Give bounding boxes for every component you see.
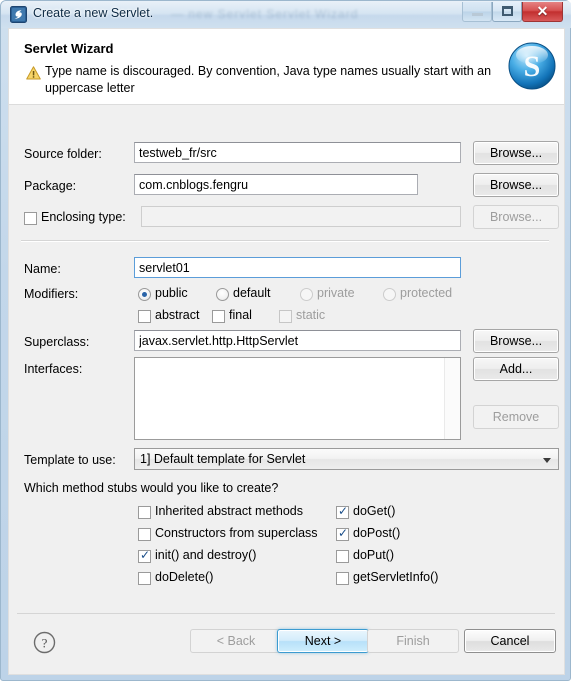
modifier-label: abstract bbox=[155, 308, 200, 322]
warning-triangle-icon bbox=[26, 66, 41, 80]
stub-label: doPost() bbox=[353, 526, 401, 540]
stub-label: doDelete() bbox=[155, 570, 214, 584]
wizard-form: Source folder: Browse... Package: Browse… bbox=[9, 106, 564, 614]
back-button[interactable]: < Back bbox=[190, 629, 282, 653]
radio-circle bbox=[138, 288, 151, 301]
svg-text:S: S bbox=[524, 50, 541, 83]
source-folder-label: Source folder: bbox=[24, 147, 102, 161]
stub-label: doGet() bbox=[353, 504, 396, 518]
source-folder-browse-button[interactable]: Browse... bbox=[473, 141, 559, 165]
checkbox-box bbox=[336, 550, 349, 563]
dialog-client-area: Servlet Wizard Type name is discouraged.… bbox=[8, 28, 565, 675]
checkbox-box bbox=[138, 572, 151, 585]
superclass-browse-button[interactable]: Browse... bbox=[473, 329, 559, 353]
checkbox-box: ✓ bbox=[138, 548, 151, 563]
template-selected-value: 1] Default template for Servlet bbox=[140, 452, 306, 466]
title-ghost-text: — new Servlet Servlet Wizard bbox=[171, 7, 359, 21]
window-title: Create a new Servlet. bbox=[33, 6, 154, 20]
chevron-down-icon bbox=[543, 458, 551, 463]
radio-circle bbox=[383, 288, 396, 301]
modifier-label: public bbox=[155, 286, 188, 300]
name-input[interactable] bbox=[134, 257, 461, 278]
stub-label: doPut() bbox=[353, 548, 394, 562]
radio-circle bbox=[216, 288, 229, 301]
modifier-label: protected bbox=[400, 286, 453, 300]
radio-circle bbox=[300, 288, 313, 301]
finish-button[interactable]: Finish bbox=[367, 629, 459, 653]
stub-label: getServletInfo() bbox=[353, 570, 439, 584]
package-input[interactable] bbox=[134, 174, 418, 195]
check-icon: ✓ bbox=[140, 548, 151, 562]
checkbox-box: ✓ bbox=[336, 504, 349, 519]
checkbox-box bbox=[24, 212, 37, 225]
next-button[interactable]: Next > bbox=[277, 629, 369, 653]
stub-label: Inherited abstract methods bbox=[155, 504, 303, 518]
modifier-label: static bbox=[296, 308, 326, 322]
stub-label: init() and destroy() bbox=[155, 548, 257, 562]
enclosing-type-input[interactable] bbox=[141, 206, 461, 227]
checkbox-box bbox=[138, 528, 151, 541]
checkbox-box bbox=[336, 572, 349, 585]
superclass-input[interactable] bbox=[134, 330, 461, 351]
cancel-button[interactable]: Cancel bbox=[464, 629, 556, 653]
interfaces-scrollbar[interactable] bbox=[444, 358, 460, 439]
close-icon: ✕ bbox=[536, 3, 549, 19]
modifier-label: private bbox=[317, 286, 355, 300]
title-bar: — new Servlet Servlet Wizard Create a ne… bbox=[1, 1, 571, 28]
check-icon: ✓ bbox=[338, 526, 349, 540]
checkbox-box: ✓ bbox=[336, 526, 349, 541]
enclosing-type-label: Enclosing type: bbox=[41, 210, 126, 224]
servlet-wizard-logo: S bbox=[505, 39, 559, 93]
superclass-label: Superclass: bbox=[24, 335, 90, 349]
checkbox-box bbox=[138, 506, 151, 519]
dialog-window: — new Servlet Servlet Wizard Create a ne… bbox=[0, 0, 571, 681]
checkbox-box bbox=[212, 310, 225, 323]
stub-label: Constructors from superclass bbox=[155, 526, 318, 540]
minimize-icon bbox=[472, 13, 483, 16]
modifiers-label: Modifiers: bbox=[24, 287, 79, 301]
checkbox-box bbox=[279, 310, 292, 323]
wizard-banner: Servlet Wizard Type name is discouraged.… bbox=[9, 29, 564, 105]
separator-1 bbox=[21, 240, 549, 242]
svg-text:?: ? bbox=[42, 636, 48, 651]
minimize-button[interactable] bbox=[462, 2, 492, 22]
name-label: Name: bbox=[24, 262, 61, 276]
package-browse-button[interactable]: Browse... bbox=[473, 173, 559, 197]
package-label: Package: bbox=[24, 179, 77, 193]
enclosing-type-browse-button[interactable]: Browse... bbox=[473, 205, 559, 229]
method-stubs-question: Which method stubs would you like to cre… bbox=[24, 481, 279, 495]
restore-icon bbox=[502, 6, 513, 16]
checkbox-box bbox=[138, 310, 151, 323]
dialog-footer: ? < Back Next > Finish Cancel bbox=[9, 614, 564, 674]
source-folder-input[interactable] bbox=[134, 142, 461, 163]
banner-title: Servlet Wizard bbox=[24, 41, 114, 56]
banner-message: Type name is discouraged. By convention,… bbox=[45, 64, 492, 95]
close-button[interactable]: ✕ bbox=[522, 2, 563, 22]
modifier-label: default bbox=[233, 286, 271, 300]
help-question-icon[interactable]: ? bbox=[33, 631, 56, 654]
restore-button[interactable] bbox=[492, 2, 522, 22]
interfaces-add-button[interactable]: Add... bbox=[473, 357, 559, 381]
eclipse-servlet-icon bbox=[10, 6, 27, 23]
template-dropdown[interactable]: 1] Default template for Servlet bbox=[134, 448, 559, 470]
template-label: Template to use: bbox=[24, 453, 116, 467]
interfaces-remove-button[interactable]: Remove bbox=[473, 405, 559, 429]
check-icon: ✓ bbox=[338, 504, 349, 518]
interfaces-list[interactable] bbox=[134, 357, 461, 440]
interfaces-label: Interfaces: bbox=[24, 362, 83, 376]
modifier-label: final bbox=[229, 308, 252, 322]
